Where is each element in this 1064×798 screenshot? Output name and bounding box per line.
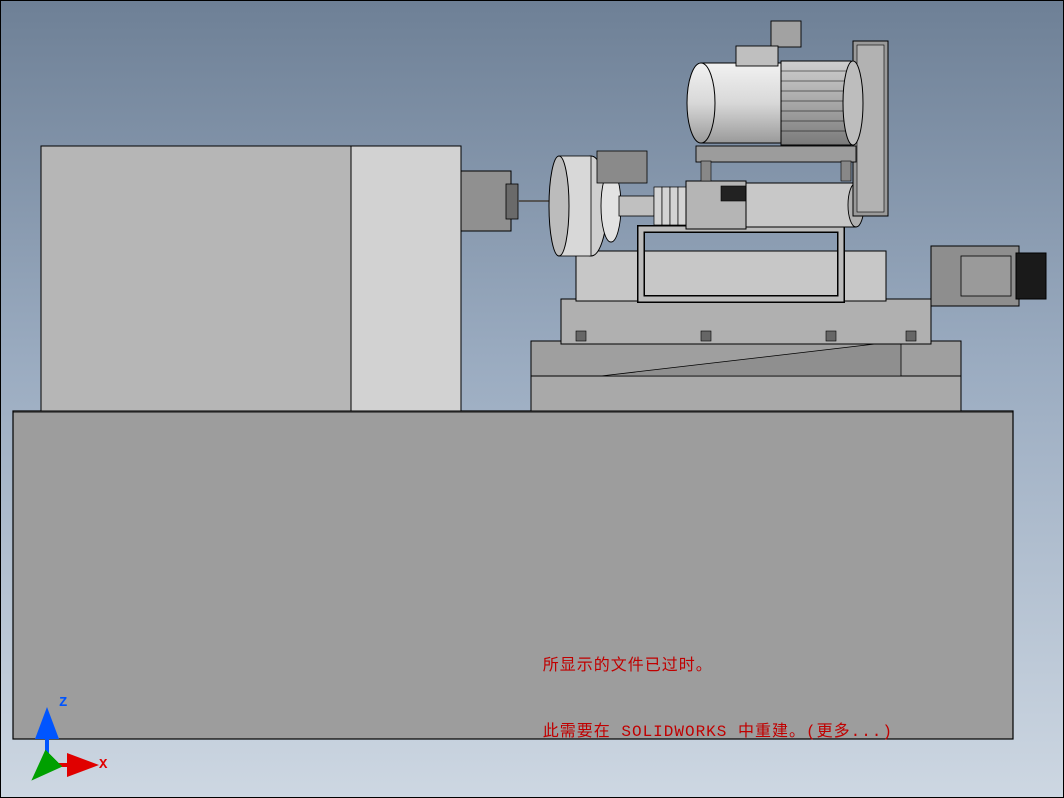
cad-viewport[interactable]: Z X 所显示的文件已过时。 bbox=[0, 0, 1064, 798]
axis-triad: Z X bbox=[19, 695, 109, 785]
status-message[interactable]: 所显示的文件已过时。 此需要在 SOLIDWORKS 中重建。(更多...) bbox=[543, 611, 893, 787]
status-line-1: 所显示的文件已过时。 bbox=[543, 655, 893, 677]
cad-model-render bbox=[1, 1, 1064, 798]
status-line-2[interactable]: 此需要在 SOLIDWORKS 中重建。(更多...) bbox=[543, 721, 893, 743]
axis-triad-icon bbox=[19, 695, 109, 785]
